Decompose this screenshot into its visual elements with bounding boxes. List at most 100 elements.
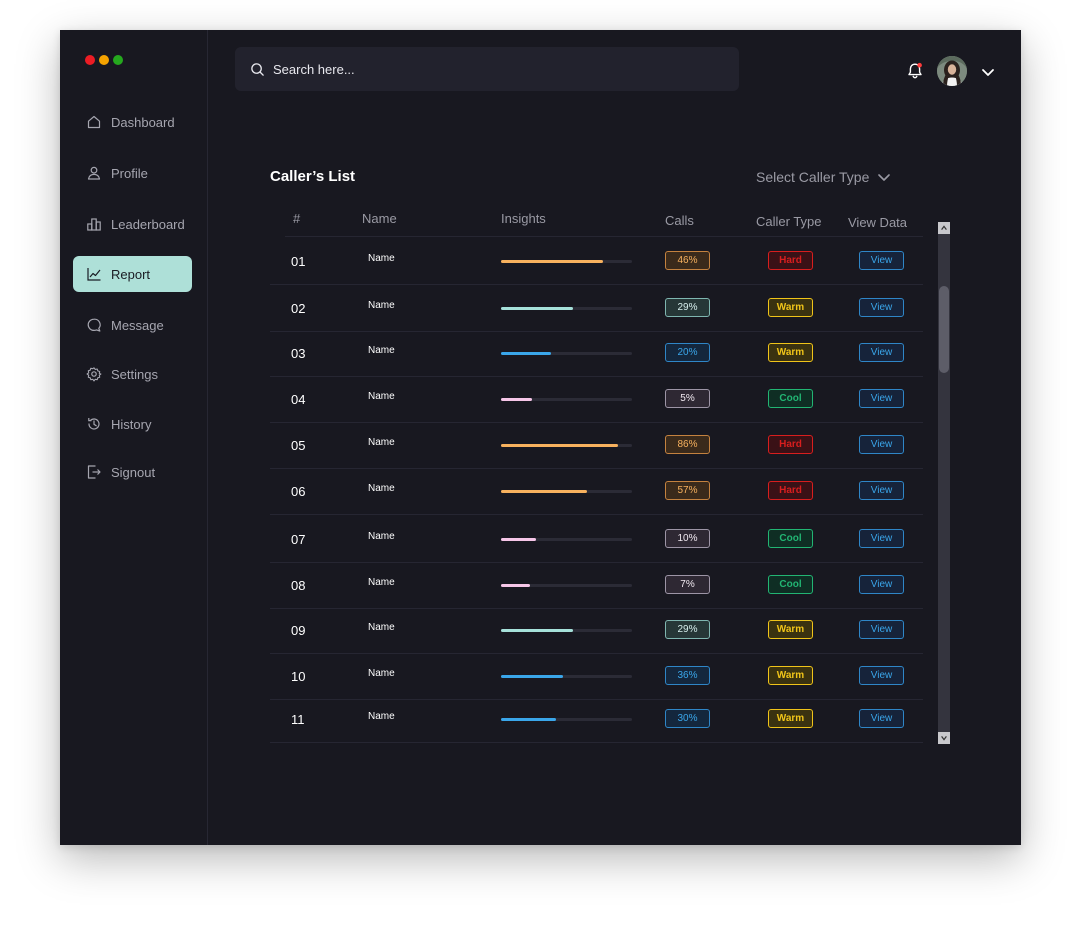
- sidebar: Dashboard Profile Leaderboard Report Message…: [60, 30, 208, 845]
- view-data-button[interactable]: View: [859, 620, 904, 639]
- insight-progress-bar: [501, 398, 632, 401]
- column-header-view-data: View Data: [848, 215, 908, 230]
- row-number: 11: [291, 712, 305, 727]
- insight-progress-bar: [501, 444, 632, 447]
- row-number: 08: [291, 578, 306, 593]
- caller-name: Name: [368, 437, 395, 448]
- sidebar-item-dashboard[interactable]: Dashboard: [73, 104, 192, 140]
- caller-type-badge: Hard: [768, 251, 813, 270]
- avatar[interactable]: [937, 56, 967, 86]
- view-data-button[interactable]: View: [859, 709, 904, 728]
- table-row: 02 Name 29% Warm View: [270, 285, 923, 332]
- insight-progress-fill: [501, 444, 618, 447]
- insight-progress-fill: [501, 718, 556, 721]
- caller-type-badge: Warm: [768, 298, 813, 317]
- view-data-button[interactable]: View: [859, 529, 904, 548]
- calls-badge: 5%: [665, 389, 710, 408]
- row-number: 03: [291, 346, 306, 361]
- row-number: 02: [291, 301, 306, 316]
- insight-progress-fill: [501, 398, 532, 401]
- insight-progress-bar: [501, 352, 632, 355]
- column-header-insights: Insights: [501, 211, 546, 226]
- row-number: 05: [291, 438, 306, 453]
- caller-name: Name: [368, 253, 395, 264]
- column-header-num: #: [293, 211, 301, 226]
- page-title: Caller’s List: [270, 168, 356, 185]
- calls-badge: 86%: [665, 435, 710, 454]
- row-number: 10: [291, 669, 306, 684]
- sidebar-item-label: Message: [111, 317, 164, 333]
- table-row: 01 Name 46% Hard View: [270, 238, 923, 285]
- sidebar-item-label: Settings: [111, 366, 158, 382]
- caller-name: Name: [368, 622, 395, 633]
- table-row: 08 Name 7% Cool View: [270, 562, 923, 609]
- scroll-down-arrow-icon[interactable]: [938, 732, 950, 744]
- sidebar-item-label: Leaderboard: [111, 216, 185, 232]
- table-row: 10 Name 36% Warm View: [270, 653, 923, 700]
- sidebar-item-message[interactable]: Message: [73, 307, 192, 343]
- insight-progress-fill: [501, 260, 603, 263]
- view-data-button[interactable]: View: [859, 251, 904, 270]
- caller-name: Name: [368, 711, 395, 722]
- view-data-button[interactable]: View: [859, 666, 904, 685]
- calls-badge: 36%: [665, 666, 710, 685]
- calls-badge: 57%: [665, 481, 710, 500]
- view-data-button[interactable]: View: [859, 298, 904, 317]
- minimize-dot[interactable]: [99, 55, 109, 65]
- row-number: 06: [291, 484, 306, 499]
- view-data-button[interactable]: View: [859, 389, 904, 408]
- insight-progress-fill: [501, 490, 587, 493]
- calls-badge: 46%: [665, 251, 710, 270]
- window-controls: [85, 55, 123, 65]
- sidebar-item-leaderboard[interactable]: Leaderboard: [73, 206, 192, 242]
- column-header-name: Name: [362, 211, 397, 226]
- insight-progress-fill: [501, 629, 573, 632]
- sidebar-item-history[interactable]: History: [73, 406, 192, 442]
- calls-badge: 20%: [665, 343, 710, 362]
- row-number: 09: [291, 623, 306, 638]
- caller-type-badge: Cool: [768, 529, 813, 548]
- close-dot[interactable]: [85, 55, 95, 65]
- sidebar-item-signout[interactable]: Signout: [73, 454, 192, 490]
- search-bar[interactable]: [235, 47, 739, 91]
- view-data-button[interactable]: View: [859, 343, 904, 362]
- table-row: 05 Name 86% Hard View: [270, 422, 923, 469]
- caller-name: Name: [368, 300, 395, 311]
- scroll-up-arrow-icon[interactable]: [938, 222, 950, 234]
- insight-progress-fill: [501, 307, 573, 310]
- search-input[interactable]: [271, 60, 715, 78]
- caller-type-badge: Warm: [768, 709, 813, 728]
- caller-type-select[interactable]: Select Caller Type: [756, 169, 891, 185]
- row-number: 07: [291, 532, 306, 547]
- scrollbar[interactable]: [938, 222, 950, 744]
- view-data-button[interactable]: View: [859, 481, 904, 500]
- calls-badge: 29%: [665, 298, 710, 317]
- insight-progress-fill: [501, 538, 536, 541]
- caller-type-badge: Warm: [768, 343, 813, 362]
- view-data-button[interactable]: View: [859, 575, 904, 594]
- bell-icon[interactable]: [905, 61, 925, 81]
- view-data-button[interactable]: View: [859, 435, 904, 454]
- scrollbar-thumb[interactable]: [939, 286, 949, 373]
- gear-icon: [86, 366, 102, 382]
- table-row: 04 Name 5% Cool View: [270, 376, 923, 423]
- header-divider: [285, 236, 923, 237]
- insight-progress-fill: [501, 584, 530, 587]
- sidebar-item-report[interactable]: Report: [73, 256, 192, 292]
- caller-name: Name: [368, 531, 395, 542]
- caller-type-badge: Hard: [768, 435, 813, 454]
- caller-type-badge: Warm: [768, 666, 813, 685]
- insight-progress-bar: [501, 629, 632, 632]
- sidebar-item-profile[interactable]: Profile: [73, 155, 192, 191]
- sidebar-item-label: Signout: [111, 464, 156, 480]
- sidebar-item-settings[interactable]: Settings: [73, 356, 192, 392]
- account-menu-chevron-icon[interactable]: [980, 64, 996, 80]
- sidebar-item-label: Report: [111, 266, 151, 282]
- sidebar-item-label: Profile: [111, 165, 148, 181]
- caller-type-select-label: Select Caller Type: [756, 169, 870, 185]
- maximize-dot[interactable]: [113, 55, 123, 65]
- calls-badge: 7%: [665, 575, 710, 594]
- insight-progress-fill: [501, 352, 551, 355]
- chevron-down-icon: [878, 174, 891, 181]
- insight-progress-bar: [501, 307, 632, 310]
